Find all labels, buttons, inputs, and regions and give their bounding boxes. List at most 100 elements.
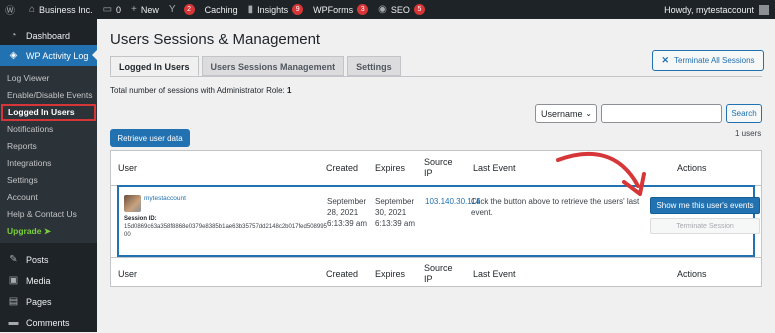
- retrieve-user-data-button[interactable]: Retrieve user data: [110, 129, 190, 147]
- admin-sidebar: ◔ Dashboard ◈ WP Activity Log Log Viewer E…: [0, 19, 97, 332]
- submenu-reports[interactable]: Reports: [0, 138, 97, 155]
- comments-link[interactable]: ▭ 0: [98, 0, 126, 19]
- yoast-link[interactable]: Y2: [164, 0, 200, 19]
- col-header-user: User: [118, 163, 138, 173]
- menu-media-label: Media: [26, 275, 51, 286]
- show-user-events-button[interactable]: Show me this user's events: [650, 197, 760, 214]
- seo-icon: ◉: [378, 4, 387, 15]
- submenu-notifications[interactable]: Notifications: [0, 121, 97, 138]
- insights-label: Insights: [257, 4, 289, 15]
- caching-label: Caching: [204, 4, 238, 15]
- footer-header-created: Created: [326, 269, 359, 279]
- wpforms-badge: 3: [357, 4, 369, 15]
- comment-bubble-icon: ▬: [8, 317, 19, 328]
- col-header-last-event: Last Event: [473, 163, 516, 173]
- session-id-value: 15d0869c63a358f8868e0379e8385b1ae63b3575…: [124, 224, 327, 238]
- seo-label: SEO: [390, 4, 410, 15]
- insights-link[interactable]: ▮ Insights 9: [243, 0, 309, 19]
- search-type-select[interactable]: Username ⌄: [535, 104, 597, 123]
- menu-comments-label: Comments: [26, 317, 70, 328]
- page-title: Users Sessions & Management: [110, 31, 321, 48]
- row-divider: [111, 257, 761, 258]
- new-label: New: [140, 4, 159, 15]
- wpforms-link[interactable]: WPForms 3: [308, 0, 373, 19]
- col-header-actions: Actions: [677, 163, 707, 173]
- footer-header-user: User: [118, 269, 138, 279]
- tab-users-sessions-management[interactable]: Users Sessions Management: [201, 56, 345, 76]
- admin-bar: Ⓦ ⌂ Business Inc. ▭ 0 + New Y2 Caching ▮ Ins…: [0, 0, 775, 19]
- menu-comments[interactable]: ▬ Comments: [0, 312, 97, 333]
- tab-divider: [110, 76, 762, 77]
- media-icon: ▣: [8, 275, 19, 286]
- submenu-integrations[interactable]: Integrations: [0, 155, 97, 172]
- tab-settings[interactable]: Settings: [347, 56, 401, 76]
- page-icon: ▤: [8, 296, 19, 307]
- tab-logged-in-users[interactable]: Logged In Users: [110, 56, 199, 76]
- yoast-badge: 2: [183, 4, 195, 15]
- submenu-help-contact[interactable]: Help & Contact Us: [0, 206, 97, 223]
- account-menu[interactable]: Howdy, mytestaccount: [664, 0, 775, 19]
- terminate-all-sessions-button[interactable]: ✕ Terminate All Sessions: [652, 50, 764, 71]
- comments-count: 0: [116, 4, 122, 15]
- footer-header-source-ip: Source IP: [424, 263, 453, 284]
- source-ip-link[interactable]: 103.140.30.114: [425, 196, 480, 207]
- new-content-link[interactable]: + New: [126, 0, 164, 19]
- chevron-down-icon: ⌄: [585, 109, 592, 118]
- menu-wp-activity-log[interactable]: ◈ WP Activity Log: [0, 45, 97, 66]
- session-id-label: Session ID:: [124, 216, 157, 222]
- footer-header-last-event: Last Event: [473, 269, 516, 279]
- plugin-submenu: Log Viewer Enable/Disable Events Logged …: [0, 66, 97, 243]
- shield-icon: ◈: [9, 50, 18, 61]
- wp-logo-menu[interactable]: Ⓦ: [0, 0, 24, 19]
- terminate-all-label: Terminate All Sessions: [674, 56, 755, 65]
- created-cell: September 28, 2021 6:13:39 am: [327, 197, 368, 228]
- menu-posts[interactable]: ✎ Posts: [0, 249, 97, 270]
- avatar: [759, 4, 769, 15]
- menu-pages-label: Pages: [26, 296, 52, 307]
- home-icon: ⌂: [29, 4, 36, 15]
- expires-cell: September 30, 2021 6:13:39 am: [375, 197, 416, 228]
- site-name: Business Inc.: [39, 4, 93, 15]
- footer-header-expires: Expires: [375, 269, 406, 279]
- submenu-enable-disable-events[interactable]: Enable/Disable Events: [0, 87, 97, 104]
- users-count: 1 users: [735, 129, 762, 138]
- annotation-arrow: [556, 151, 646, 196]
- howdy-text: Howdy, mytestaccount: [664, 4, 754, 15]
- terminate-session-button[interactable]: Terminate Session: [650, 218, 760, 234]
- plus-icon: +: [131, 4, 137, 15]
- seo-link[interactable]: ◉ SEO 5: [373, 0, 430, 19]
- menu-posts-label: Posts: [26, 254, 49, 265]
- bar-chart-icon: ▮: [247, 4, 254, 15]
- menu-pages[interactable]: ▤ Pages: [0, 291, 97, 312]
- menu-media[interactable]: ▣ Media: [0, 270, 97, 291]
- site-name-link[interactable]: ⌂ Business Inc.: [24, 0, 98, 19]
- insights-badge: 9: [292, 4, 304, 15]
- col-header-source-ip: Source IP: [424, 157, 453, 178]
- search-button[interactable]: Search: [726, 104, 762, 123]
- wordpress-logo-icon: Ⓦ: [5, 6, 15, 17]
- submenu-log-viewer[interactable]: Log Viewer: [0, 70, 97, 87]
- total-value: 1: [286, 86, 292, 95]
- submenu-settings[interactable]: Settings: [0, 172, 97, 189]
- pin-icon: ✎: [9, 254, 18, 265]
- col-header-created: Created: [326, 163, 359, 173]
- close-icon: ✕: [661, 55, 670, 65]
- yoast-icon: Y: [168, 4, 176, 15]
- submenu-account[interactable]: Account: [0, 189, 97, 206]
- submenu-upgrade[interactable]: Upgrade ➤: [0, 223, 97, 240]
- search-input[interactable]: [601, 104, 722, 123]
- user-avatar: [124, 195, 141, 212]
- seo-badge: 5: [413, 4, 425, 15]
- col-header-expires: Expires: [375, 163, 406, 173]
- submenu-logged-in-users[interactable]: Logged In Users: [1, 104, 96, 121]
- dashboard-icon: ◔: [10, 30, 17, 41]
- menu-dashboard-label: Dashboard: [26, 30, 71, 41]
- total-label: Total number of sessions with Administra…: [110, 86, 285, 95]
- search-select-value: Username: [541, 108, 583, 119]
- menu-plugin-label: WP Activity Log: [26, 50, 89, 61]
- sessions-table: User Created Expires Source IP Last Even…: [110, 150, 762, 287]
- tab-bar: Logged In Users Users Sessions Managemen…: [110, 56, 404, 76]
- menu-dashboard[interactable]: ◔ Dashboard: [0, 26, 97, 45]
- username-link[interactable]: mytestaccount: [144, 195, 186, 202]
- caching-link[interactable]: Caching: [200, 0, 243, 19]
